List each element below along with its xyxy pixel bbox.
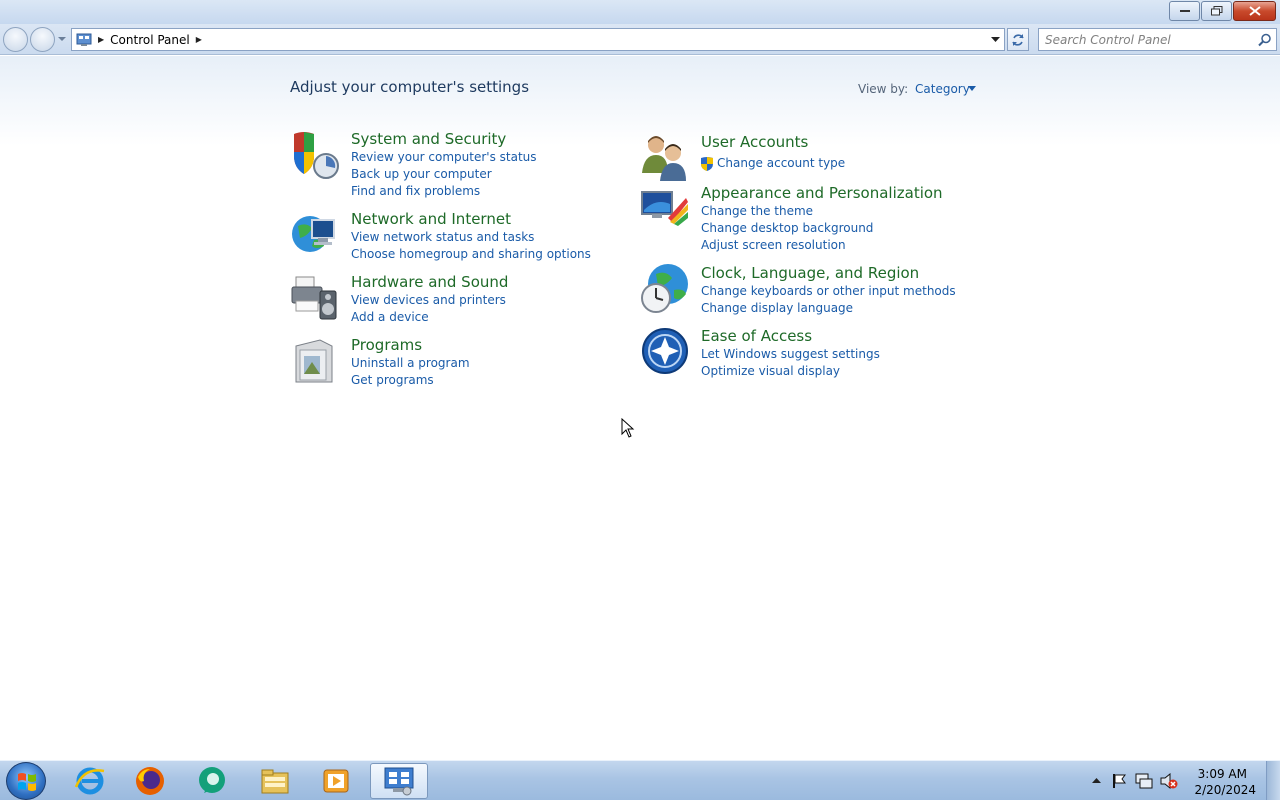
minimize-icon bbox=[1179, 10, 1190, 12]
link-uninstall-program[interactable]: Uninstall a program bbox=[351, 356, 470, 370]
category-title[interactable]: Network and Internet bbox=[351, 210, 511, 228]
category-title[interactable]: Ease of Access bbox=[701, 327, 812, 345]
window-controls bbox=[1168, 1, 1276, 21]
category-title[interactable]: Hardware and Sound bbox=[351, 273, 508, 291]
category-title[interactable]: Programs bbox=[351, 336, 422, 354]
search-icon[interactable] bbox=[1258, 33, 1272, 47]
shield-icon[interactable] bbox=[290, 130, 340, 180]
link-desktop-background[interactable]: Change desktop background bbox=[701, 221, 873, 235]
control-panel-icon bbox=[384, 767, 414, 796]
system-tray: 3:09 AM 2/20/2024 bbox=[1090, 761, 1280, 800]
printer-speaker-icon[interactable] bbox=[290, 273, 340, 323]
category-title[interactable]: System and Security bbox=[351, 130, 506, 148]
recent-pages-dropdown-icon[interactable] bbox=[58, 34, 66, 44]
page-title: Adjust your computer's settings bbox=[290, 78, 530, 96]
restore-button[interactable] bbox=[1201, 1, 1232, 21]
volume-muted-icon[interactable] bbox=[1160, 773, 1178, 789]
search-box[interactable] bbox=[1038, 28, 1277, 51]
close-button[interactable] bbox=[1233, 1, 1276, 21]
control-panel-content: Adjust your computer's settings View by:… bbox=[0, 56, 1280, 760]
show-hidden-icons-chevron-up-icon[interactable] bbox=[1092, 777, 1101, 784]
category-title[interactable]: Clock, Language, and Region bbox=[701, 264, 919, 282]
media-player-icon bbox=[323, 769, 349, 793]
link-keyboards-input[interactable]: Change keyboards or other input methods bbox=[701, 284, 956, 298]
taskbar-file-explorer[interactable] bbox=[248, 763, 302, 799]
action-center-flag-icon[interactable] bbox=[1112, 773, 1126, 789]
view-by-dropdown[interactable]: Category bbox=[915, 82, 970, 96]
restore-icon bbox=[1210, 6, 1222, 16]
link-change-theme[interactable]: Change the theme bbox=[701, 204, 813, 218]
link-get-programs[interactable]: Get programs bbox=[351, 373, 434, 387]
forward-button[interactable] bbox=[30, 27, 55, 52]
globe-clock-icon[interactable] bbox=[640, 264, 690, 314]
link-optimize-visual-display[interactable]: Optimize visual display bbox=[701, 364, 840, 378]
start-button[interactable] bbox=[6, 762, 46, 800]
window-title-bar[interactable] bbox=[0, 0, 1280, 24]
navigation-bar: ▶ Control Panel ▶ bbox=[0, 24, 1280, 55]
ease-of-access-icon[interactable] bbox=[640, 327, 690, 377]
taskbar-media-player[interactable] bbox=[309, 763, 363, 799]
control-panel-small-icon bbox=[76, 33, 92, 46]
breadcrumb-control-panel[interactable]: Control Panel bbox=[110, 33, 190, 47]
clock-time[interactable]: 3:09 AM bbox=[1198, 767, 1247, 781]
link-network-status[interactable]: View network status and tasks bbox=[351, 230, 534, 244]
taskbar: 3:09 AM 2/20/2024 bbox=[0, 760, 1280, 800]
address-bar[interactable]: ▶ Control Panel ▶ bbox=[71, 28, 1005, 51]
windows-logo-icon bbox=[18, 773, 36, 791]
breadcrumb-chevron-icon[interactable]: ▶ bbox=[98, 35, 104, 44]
link-windows-suggest-settings[interactable]: Let Windows suggest settings bbox=[701, 347, 880, 361]
internet-explorer-icon bbox=[74, 767, 105, 795]
taskbar-control-panel[interactable] bbox=[370, 763, 428, 799]
address-dropdown-icon[interactable] bbox=[991, 35, 1000, 44]
view-by-chevron-down-icon[interactable] bbox=[968, 86, 976, 92]
programs-box-icon[interactable] bbox=[290, 336, 340, 386]
mouse-cursor-icon bbox=[621, 418, 635, 438]
back-button[interactable] bbox=[3, 27, 28, 52]
link-find-fix-problems[interactable]: Find and fix problems bbox=[351, 184, 480, 198]
uac-shield-icon bbox=[701, 157, 713, 171]
show-desktop-button[interactable] bbox=[1266, 761, 1280, 800]
network-icon[interactable] bbox=[1135, 773, 1153, 789]
taskbar-chat-app[interactable] bbox=[185, 763, 239, 799]
network-globe-icon[interactable] bbox=[290, 210, 340, 260]
minimize-button[interactable] bbox=[1169, 1, 1200, 21]
category-title[interactable]: Appearance and Personalization bbox=[701, 184, 943, 202]
view-by-label: View by: bbox=[858, 82, 909, 96]
link-change-account-type[interactable]: Change account type bbox=[717, 156, 845, 170]
search-input[interactable] bbox=[1039, 29, 1249, 50]
monitor-palette-icon[interactable] bbox=[640, 184, 690, 234]
users-icon[interactable] bbox=[640, 133, 690, 183]
refresh-icon bbox=[1012, 33, 1024, 46]
link-screen-resolution[interactable]: Adjust screen resolution bbox=[701, 238, 846, 252]
taskbar-firefox[interactable] bbox=[123, 763, 177, 799]
link-review-status[interactable]: Review your computer's status bbox=[351, 150, 537, 164]
category-title[interactable]: User Accounts bbox=[701, 133, 808, 151]
link-devices-printers[interactable]: View devices and printers bbox=[351, 293, 506, 307]
chat-bubble-app-icon bbox=[199, 767, 225, 793]
link-add-device[interactable]: Add a device bbox=[351, 310, 429, 324]
link-back-up[interactable]: Back up your computer bbox=[351, 167, 492, 181]
link-homegroup-sharing[interactable]: Choose homegroup and sharing options bbox=[351, 247, 591, 261]
file-explorer-icon bbox=[261, 769, 289, 794]
clock-date[interactable]: 2/20/2024 bbox=[1194, 783, 1256, 797]
link-display-language[interactable]: Change display language bbox=[701, 301, 853, 315]
refresh-button[interactable] bbox=[1007, 28, 1029, 51]
taskbar-internet-explorer[interactable] bbox=[63, 763, 117, 799]
breadcrumb-chevron-icon[interactable]: ▶ bbox=[196, 35, 202, 44]
firefox-icon bbox=[136, 767, 164, 795]
close-icon bbox=[1248, 6, 1261, 16]
